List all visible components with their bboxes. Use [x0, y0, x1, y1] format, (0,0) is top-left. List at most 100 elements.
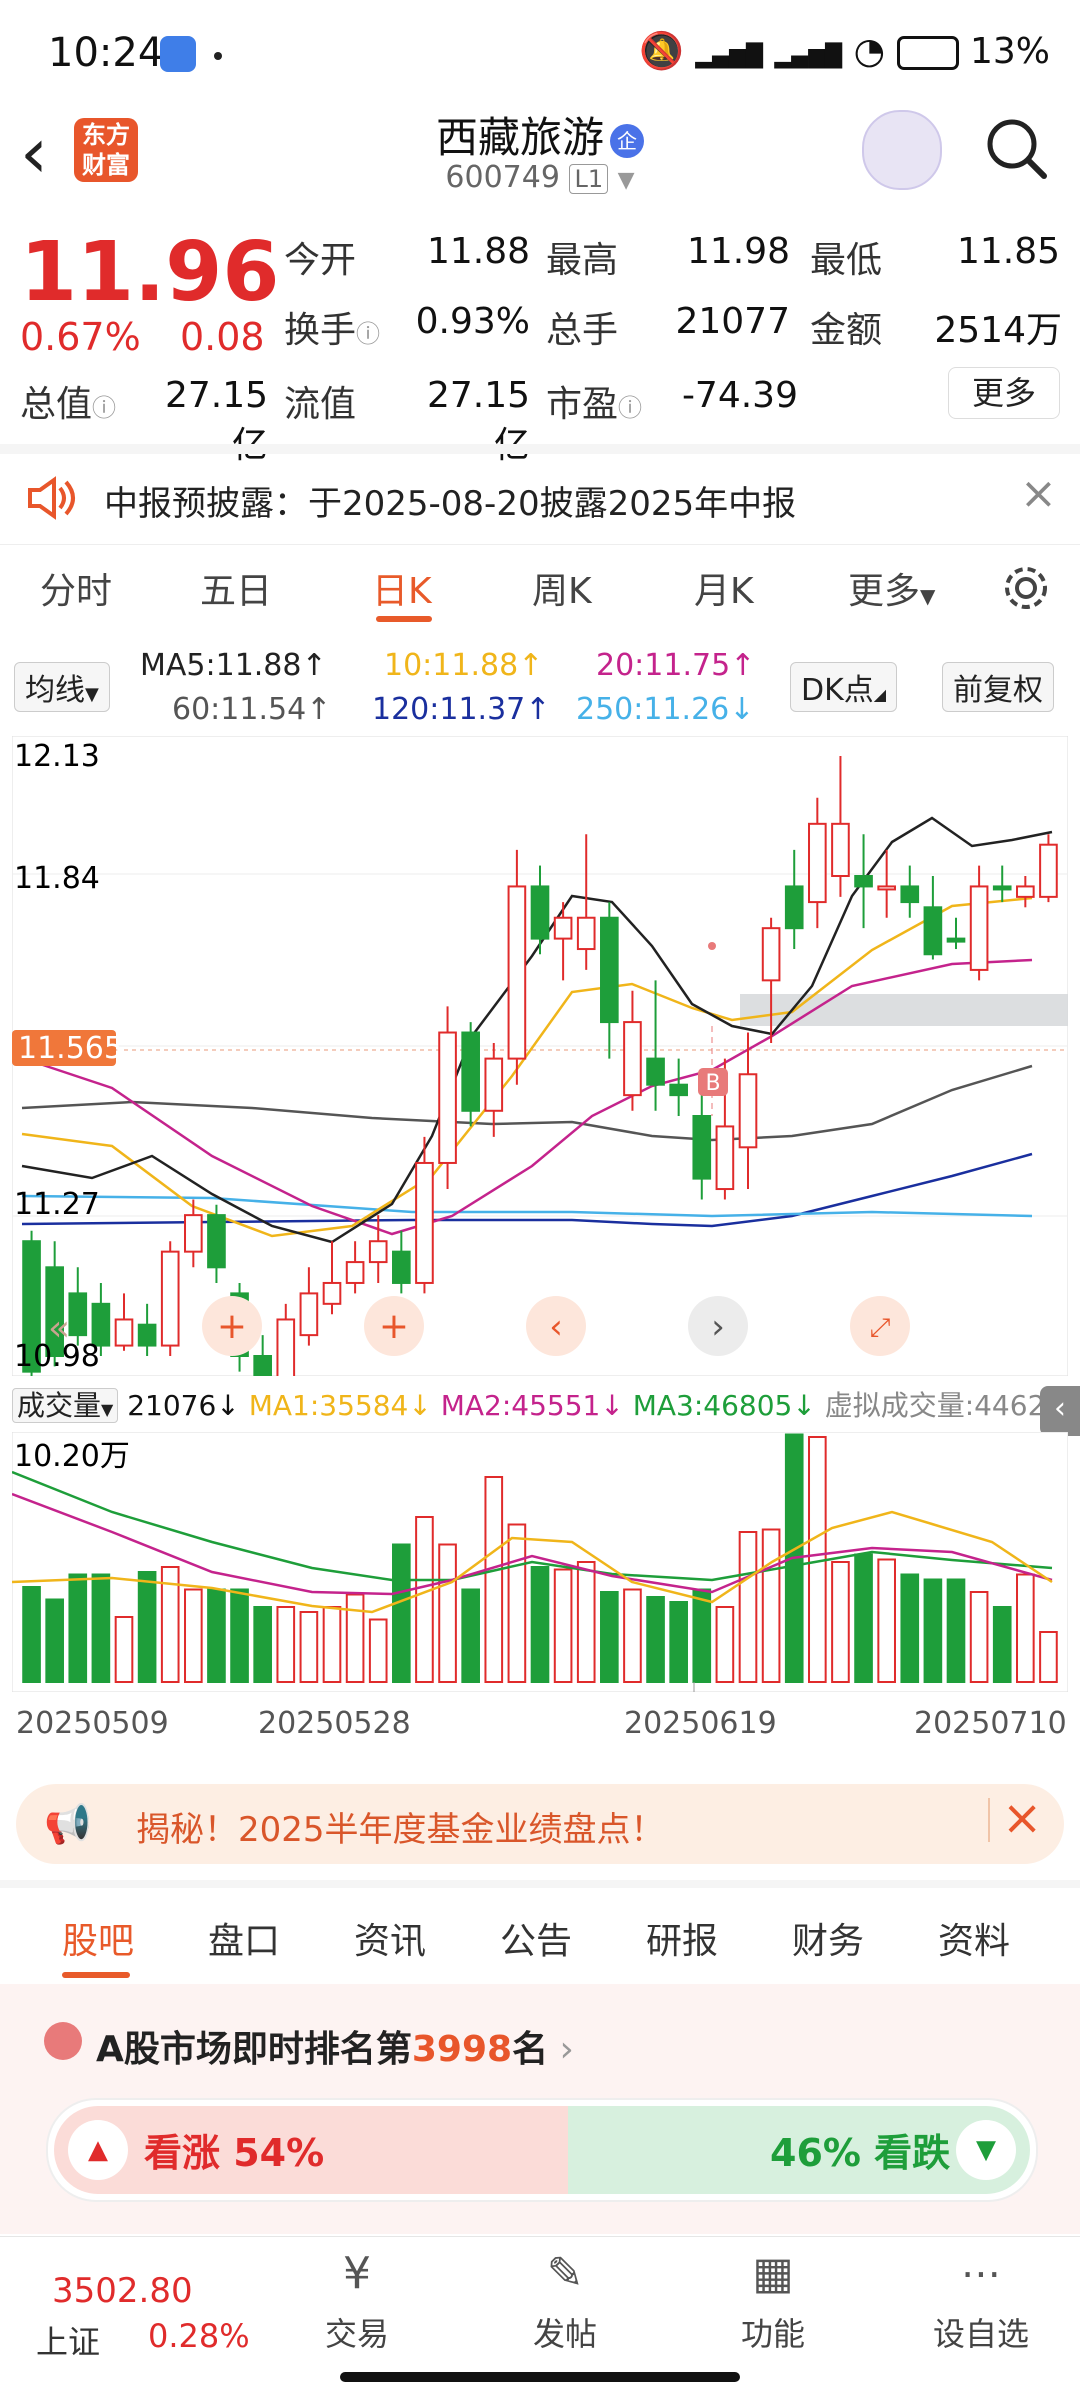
- candle-body: [576, 916, 596, 951]
- assistant-mascot-icon[interactable]: [862, 110, 942, 190]
- tab-profile[interactable]: 资料: [938, 1912, 1010, 1964]
- up-triangle-icon[interactable]: ▲: [68, 2120, 128, 2180]
- battery-text: 13%: [969, 31, 1050, 72]
- volume-bar: [137, 1571, 157, 1683]
- collapse-panel-icon[interactable]: ‹: [1040, 1386, 1080, 1436]
- promo-banner[interactable]: 📢 揭秘！2025半年度基金业绩盘点！ ×: [16, 1784, 1064, 1864]
- total-value-label: 总值ⓘ: [20, 384, 117, 425]
- tab-finance[interactable]: 财务: [792, 1912, 864, 1964]
- volume-bar: [900, 1573, 920, 1683]
- volume-bar: [761, 1528, 781, 1683]
- volume-bar: [831, 1561, 850, 1683]
- tab-research[interactable]: 研报: [646, 1912, 718, 1964]
- float-value-label: 流值: [284, 384, 357, 425]
- volume-bar: [22, 1586, 41, 1683]
- volume-bar: [553, 1568, 573, 1683]
- turnover-value: 0.93%: [415, 301, 530, 342]
- tab-news[interactable]: 资讯: [354, 1912, 426, 1964]
- volume-bar: [392, 1543, 411, 1683]
- notice-bar[interactable]: 中报预披露：于2025-08-20披露2025年中报 ×: [0, 444, 1080, 545]
- candle-body: [692, 1115, 712, 1180]
- candle-body: [160, 1250, 180, 1347]
- current-price-axis-label: 11.565: [18, 1031, 123, 1066]
- adjust-button[interactable]: 前复权: [942, 662, 1054, 712]
- gear-icon[interactable]: [1000, 562, 1052, 614]
- volume-selector[interactable]: 成交量▼: [12, 1388, 119, 1423]
- volume-bar: [1016, 1573, 1035, 1683]
- tab-weekly-k[interactable]: 周K: [532, 562, 592, 614]
- volume-bar: [854, 1553, 873, 1683]
- candle-body: [368, 1240, 388, 1264]
- content-tabs: 股吧 盘口 资讯 公告 研报 财务 资料: [0, 1880, 1080, 1988]
- volume-chart[interactable]: 10.20万: [12, 1432, 1068, 1692]
- candle-body: [831, 822, 850, 877]
- dk-point-button[interactable]: DK点◢: [790, 662, 898, 712]
- candle-body: [992, 885, 1012, 891]
- stock-name: 西藏旅游: [435, 113, 604, 162]
- marker-dot: [708, 942, 716, 950]
- virtual-volume: 虚拟成交量:44622: [824, 1389, 1064, 1422]
- search-icon[interactable]: [984, 116, 1050, 182]
- bullish-label: 看涨 54%: [144, 2131, 325, 2175]
- ranking-panel: A股市场即时排名第3998名 › ▲ 看涨 54% 46% 看跌 ▼: [0, 1984, 1080, 2234]
- volume-bar: [114, 1616, 134, 1683]
- date-label-2: 20250528: [258, 1706, 411, 1741]
- index-change: 0.28%: [148, 2317, 250, 2355]
- ma-selector[interactable]: 均线▼: [14, 662, 110, 712]
- y-axis-top: 12.13: [14, 739, 100, 774]
- b-marker-label: B: [705, 1071, 720, 1096]
- bullish-segment[interactable]: [54, 2106, 614, 2194]
- down-triangle-icon[interactable]: ▼: [956, 2120, 1016, 2180]
- candle-body: [484, 1057, 504, 1112]
- rewind-icon[interactable]: «: [48, 1308, 70, 1349]
- close-icon[interactable]: ×: [1020, 468, 1057, 519]
- kline-chart[interactable]: B 12.13 11.84 11.565 11.27 10.98 « + + ‹…: [12, 736, 1068, 1376]
- rank-text[interactable]: A股市场即时排名第3998名 ›: [96, 2020, 574, 2072]
- volume-bar: [207, 1588, 226, 1683]
- candle-body: [322, 1281, 342, 1305]
- quote-panel: 11.96 0.67% 0.08 总值ⓘ 27.15亿 今开 11.88 最高 …: [0, 215, 1080, 466]
- nav-trade[interactable]: ¥ 交易: [292, 2247, 422, 2355]
- more-dots-icon: ⋯: [961, 2251, 1001, 2297]
- candle-body: [114, 1318, 134, 1347]
- tab-more[interactable]: 更多▼: [848, 562, 935, 614]
- more-button[interactable]: 更多: [948, 367, 1060, 419]
- nav-post[interactable]: ✎ 发帖: [500, 2247, 630, 2355]
- close-promo-icon[interactable]: ×: [1002, 1790, 1042, 1846]
- candle-body: [68, 1292, 88, 1337]
- promo-text: 揭秘！2025半年度基金业绩盘点！: [136, 1810, 665, 1850]
- status-time: 10:24: [48, 30, 164, 76]
- volume-bar: [623, 1588, 642, 1683]
- volume-bar: [738, 1531, 758, 1683]
- pe-label: 市盈ⓘ: [546, 384, 643, 425]
- open-label: 今开: [284, 240, 357, 281]
- volume-label: 总手: [546, 310, 619, 351]
- volume-bar: [692, 1588, 712, 1683]
- candle-body: [553, 916, 573, 940]
- sentiment-bar: ▲ 看涨 54% 46% 看跌 ▼: [46, 2098, 1038, 2202]
- nav-watchlist[interactable]: ⋯ 设自选: [916, 2247, 1046, 2355]
- candle-body: [415, 1161, 434, 1284]
- status-right: 🔕 ▂▄▆█ ▂▄▆█ ◔ 13%: [639, 30, 1050, 72]
- volume-bar: [438, 1543, 457, 1683]
- plus-icon: +: [217, 1306, 247, 1347]
- nav-functions[interactable]: ▦ 功能: [708, 2247, 838, 2355]
- candle-body: [669, 1083, 688, 1097]
- tab-timeshare[interactable]: 分时: [40, 562, 112, 614]
- vol-ma2: MA2:45551↓: [440, 1389, 624, 1422]
- vol-ma3: MA3:46805↓: [632, 1389, 816, 1422]
- candle-body: [715, 1125, 735, 1191]
- index-value[interactable]: 3502.80: [52, 2271, 193, 2311]
- tab-announcements[interactable]: 公告: [500, 1912, 572, 1964]
- tab-fiveday[interactable]: 五日: [200, 562, 272, 614]
- tab-pankou[interactable]: 盘口: [208, 1912, 280, 1964]
- tab-guba[interactable]: 股吧: [62, 1912, 134, 1964]
- volume-bar: [530, 1566, 550, 1683]
- candle-body: [530, 885, 550, 940]
- low-label: 最低: [810, 240, 883, 281]
- pe-value: -74.39: [681, 375, 798, 416]
- chevron-down-icon: ▼: [617, 168, 635, 193]
- edit-icon: ✎: [546, 2248, 584, 2299]
- tab-monthly-k[interactable]: 月K: [694, 562, 754, 614]
- tab-daily-k[interactable]: 日K: [372, 562, 432, 614]
